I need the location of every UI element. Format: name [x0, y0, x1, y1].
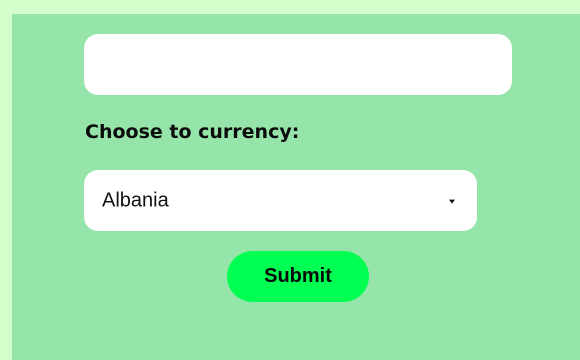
chevron-down-icon — [449, 199, 455, 204]
converter-panel: Choose to currency: Albania Submit — [12, 14, 580, 360]
submit-button[interactable]: Submit — [227, 251, 369, 302]
amount-input[interactable] — [84, 34, 512, 95]
currency-label: Choose to currency: — [85, 121, 300, 143]
currency-selected-value: Albania — [102, 189, 169, 211]
currency-select[interactable]: Albania — [84, 170, 477, 231]
